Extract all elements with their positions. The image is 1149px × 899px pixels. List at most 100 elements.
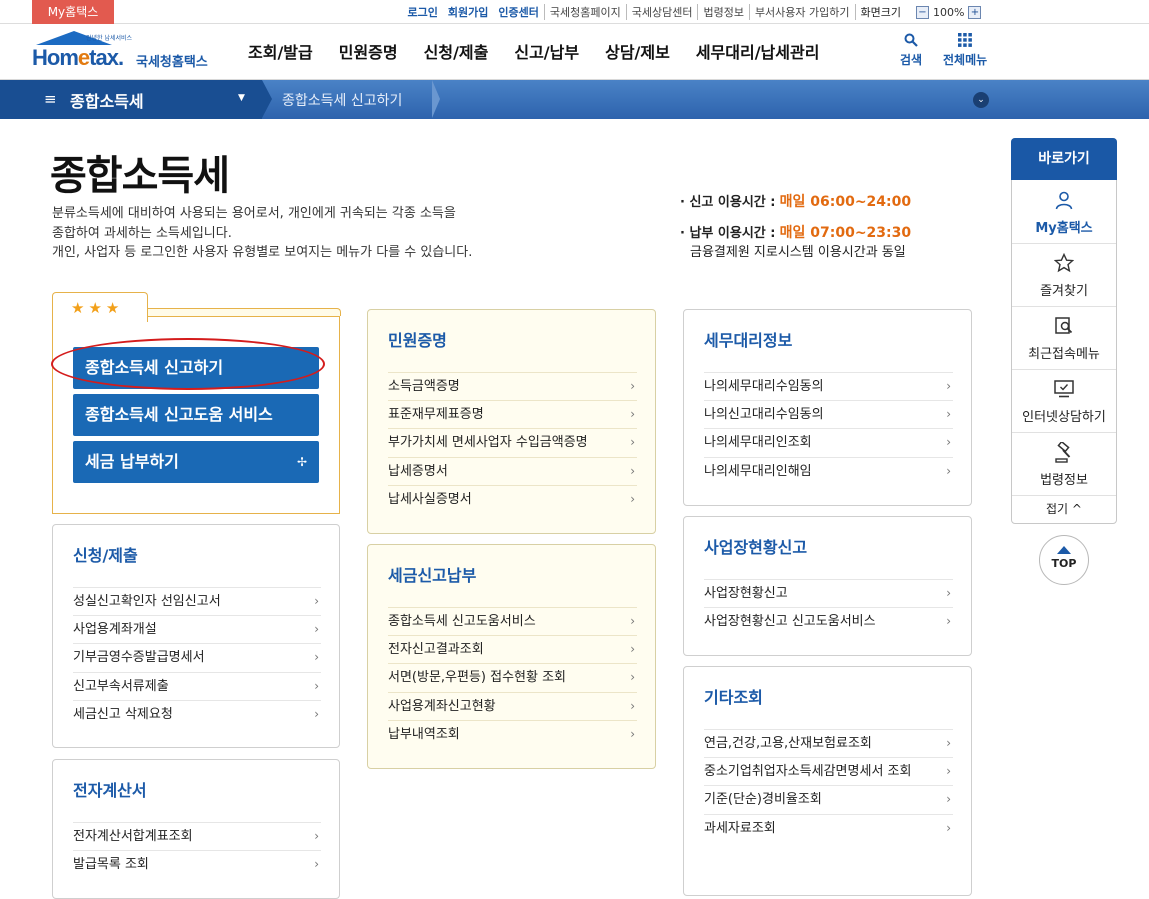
- dept-user-signup-link[interactable]: 부서사용자 가입하기: [748, 4, 855, 20]
- list-item[interactable]: 과세자료조회 ›: [704, 813, 953, 842]
- list-item[interactable]: 나의신고대리수임동의 ›: [704, 400, 953, 428]
- logo-subtitle: 국세청홈택스: [136, 55, 208, 70]
- list-item[interactable]: 성실신고확인자 선임신고서 ›: [73, 587, 321, 615]
- income-tax-report-button[interactable]: 종합소득세 신고하기: [73, 347, 319, 389]
- list-item[interactable]: 연금,건강,고용,산재보험료조회 ›: [704, 729, 953, 757]
- current-menu-select[interactable]: ≡ 종합소득세 ▼: [0, 80, 262, 119]
- chevron-right-icon: ›: [630, 491, 635, 506]
- quick-menu-title: 바로가기: [1011, 138, 1117, 180]
- report-time-value: 매일 06:00~24:00: [779, 194, 912, 210]
- chevron-right-icon: ›: [946, 736, 951, 750]
- list-item[interactable]: 소득금액증명 ›: [388, 372, 637, 400]
- search-icon: [900, 33, 922, 51]
- list-item[interactable]: 표준재무제표증명 ›: [388, 400, 637, 428]
- chevron-right-icon: ›: [946, 764, 951, 779]
- card-tax-report-pay: 세금신고납부 종합소득세 신고도움서비스 › 전자신고결과조회 › 서면(방문,우편…: [367, 544, 656, 769]
- star-icon: ★★★: [71, 299, 124, 317]
- list-item[interactable]: 종합소득세 신고도움서비스 ›: [388, 607, 637, 635]
- caret-down-icon: ▼: [238, 93, 245, 103]
- quick-menu-fold[interactable]: 접기 ^: [1012, 496, 1116, 523]
- scroll-top-button[interactable]: TOP: [1039, 535, 1089, 585]
- list-item[interactable]: 나의세무대리수임동의 ›: [704, 372, 953, 400]
- hometax-logo[interactable]: 안녕한 납세서비스 Hometax. 국세청홈택스: [30, 31, 220, 75]
- gnb-tax-agent[interactable]: 세무대리/납세관리: [683, 25, 833, 80]
- list-item[interactable]: 발급목록 조회 ›: [73, 850, 321, 878]
- quick-myhometax[interactable]: My홈택스: [1012, 181, 1116, 244]
- quick-favorites[interactable]: 즐겨찾기: [1012, 244, 1116, 307]
- quick-recent-menu[interactable]: 최근접속메뉴: [1012, 307, 1116, 370]
- grid-icon: [943, 33, 987, 51]
- gnb-report-pay[interactable]: 신고/납부: [501, 25, 592, 80]
- list-item[interactable]: 세금신고 삭제요청 ›: [73, 699, 321, 728]
- list-item[interactable]: 사업장현황신고 ›: [704, 579, 953, 607]
- pay-time-note: 금융결제원 지로시스템 이용시간과 동일: [690, 245, 906, 260]
- list-item[interactable]: 나의세무대리인해임 ›: [704, 456, 953, 485]
- chevron-right-icon: ›: [946, 379, 951, 393]
- card-title: 기타조회: [704, 688, 763, 707]
- quick-law-info[interactable]: 법령정보: [1012, 433, 1116, 496]
- page-title: 종합소득세: [50, 153, 230, 199]
- list-item[interactable]: 전자신고결과조회 ›: [388, 635, 637, 663]
- list-item[interactable]: 기준(단순)경비율조회 ›: [704, 785, 953, 813]
- gnb-inquiry[interactable]: 조회/발급: [235, 25, 326, 80]
- list-item[interactable]: 사업장현황신고 신고도움서비스 ›: [704, 607, 953, 635]
- breadcrumb-divider: [432, 80, 440, 118]
- breadcrumb-current[interactable]: 종합소득세 신고하기: [282, 90, 402, 110]
- nts-homepage-link[interactable]: 국세청홈페이지: [543, 4, 626, 20]
- arrow-up-icon: [1057, 546, 1071, 554]
- card-title: 세금신고납부: [388, 566, 477, 585]
- login-link[interactable]: 로그인: [403, 4, 443, 20]
- cert-center-link[interactable]: 인증센터: [493, 4, 543, 20]
- chevron-right-icon: ›: [946, 407, 951, 422]
- income-tax-help-button[interactable]: 종합소득세 신고도움 서비스: [73, 394, 319, 436]
- all-menu-button[interactable]: 전체메뉴: [943, 33, 987, 68]
- star-icon: [1012, 252, 1116, 277]
- signup-link[interactable]: 회원가입: [443, 4, 493, 20]
- list-item[interactable]: 사업용계좌신고현황 ›: [388, 691, 637, 720]
- chevron-right-icon: ›: [314, 594, 319, 608]
- recent-search-icon: [1012, 316, 1116, 340]
- hamburger-icon: ≡: [44, 90, 57, 108]
- gnb-apply[interactable]: 신청/제출: [411, 25, 502, 80]
- gnb-civil-cert[interactable]: 민원증명: [326, 25, 411, 80]
- gnb-consult[interactable]: 상담/제보: [592, 25, 683, 80]
- list-item[interactable]: 나의세무대리인조회 ›: [704, 428, 953, 456]
- consult-center-link[interactable]: 국세상담센터: [625, 4, 698, 20]
- list-item[interactable]: 서면(방문,우편등) 접수현황 조회 ›: [388, 663, 637, 691]
- chevron-right-icon: ›: [630, 614, 635, 628]
- pay-time-value: 매일 07:00~23:30: [779, 225, 912, 241]
- card-civil-cert: 민원증명 소득금액증명 › 표준재무제표증명 › 부가가치세 면세사업자 수입금액증…: [367, 309, 656, 534]
- chevron-right-icon: ›: [314, 622, 319, 637]
- person-icon: [1012, 190, 1116, 214]
- utility-links: 로그인 회원가입 인증센터 국세청홈페이지 국세상담센터 법령정보 부서사용자 …: [403, 0, 906, 24]
- search-button[interactable]: 검색: [900, 33, 922, 68]
- list-item[interactable]: 납세증명서 ›: [388, 456, 637, 485]
- page-description: 분류소득세에 대비하여 사용되는 용어로서, 개인에게 귀속되는 각종 소득을 …: [52, 206, 473, 260]
- list-item[interactable]: 납부내역조회 ›: [388, 719, 637, 748]
- zoom-in-button[interactable]: +: [968, 5, 982, 19]
- list-item[interactable]: 부가가치세 면세사업자 수입금액증명 ›: [388, 428, 637, 456]
- site-header: 안녕한 납세서비스 Hometax. 국세청홈택스 조회/발급 민원증명 신청/…: [0, 25, 1149, 80]
- card-title: 전자계산서: [73, 781, 147, 800]
- favorites-tab: ★★★: [52, 292, 148, 322]
- card-tax-agent: 세무대리정보 나의세무대리수임동의 › 나의신고대리수임동의 › 나의세무대리인조회…: [683, 309, 972, 506]
- zoom-value: 100%: [933, 5, 965, 19]
- list-item[interactable]: 사업용계좌개설 ›: [73, 615, 321, 643]
- chevron-right-icon: ›: [946, 792, 951, 807]
- myhome-tab[interactable]: My홈택스: [32, 0, 114, 24]
- list-item[interactable]: 신고부속서류제출 ›: [73, 671, 321, 700]
- chevron-right-icon: ›: [946, 435, 951, 450]
- list-item[interactable]: 전자계산서합계표조회 ›: [73, 822, 321, 850]
- list-item[interactable]: 중소기업취업자소득세감면명세서 조회 ›: [704, 757, 953, 785]
- chevron-right-icon: ›: [314, 857, 319, 872]
- zoom-out-button[interactable]: −: [916, 5, 929, 19]
- law-info-link[interactable]: 법령정보: [697, 4, 748, 20]
- list-item[interactable]: 기부금영수증발급명세서 ›: [73, 643, 321, 671]
- chevron-down-icon[interactable]: ⌄: [973, 92, 989, 108]
- tax-payment-button[interactable]: 세금 납부하기 ✢: [73, 441, 319, 483]
- logo-brand: Hometax.: [32, 45, 124, 70]
- quick-internet-consult[interactable]: 인터넷상담하기: [1012, 370, 1116, 433]
- list-item[interactable]: 납세사실증명서 ›: [388, 484, 637, 513]
- chevron-right-icon: ›: [314, 650, 319, 665]
- chevron-right-icon: ›: [630, 670, 635, 685]
